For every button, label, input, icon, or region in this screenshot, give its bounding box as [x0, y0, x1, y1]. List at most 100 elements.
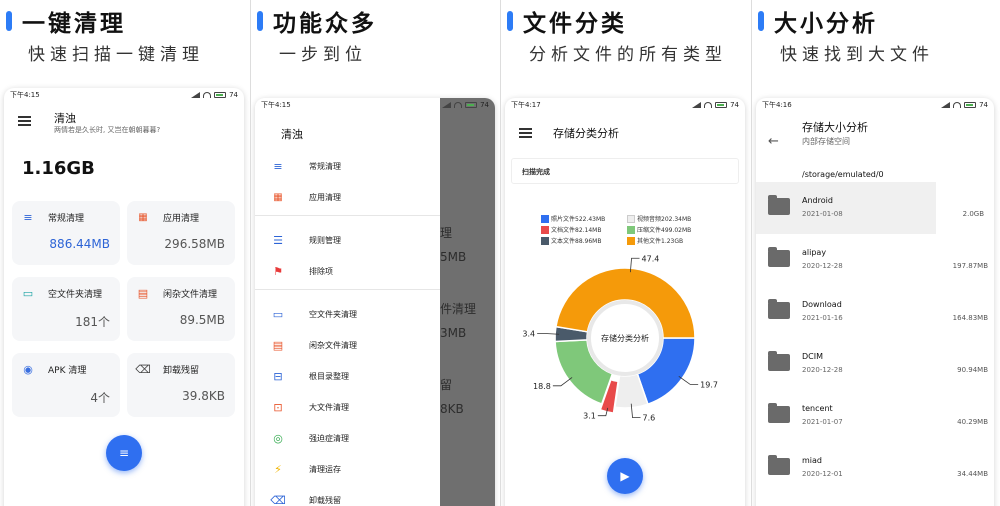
- header-accent-bar: [507, 11, 513, 31]
- flag-icon: ⚑: [273, 264, 283, 278]
- panel-header: 文件分类: [507, 4, 627, 38]
- app-title: 存储大小分析: [802, 121, 868, 134]
- header-accent-bar: [758, 11, 764, 31]
- drawer-item-uninstall-residue[interactable]: ⌫ 卸载残留: [255, 487, 440, 506]
- drawer-item-empty-folder-clean[interactable]: ▭ 空文件夹清理: [255, 301, 440, 327]
- folder-icon: [768, 455, 790, 475]
- legend-item: 文本文件88.96MB: [541, 236, 601, 245]
- legend-swatch: [541, 225, 549, 234]
- card-empty-folder-clean[interactable]: ▭ 空文件夹清理 181个: [12, 277, 120, 341]
- card-misc-file-clean[interactable]: ▤ 闲杂文件清理 89.5MB: [127, 277, 235, 341]
- signal-icon: [442, 102, 452, 108]
- panel-file-classification: 文件分类 分析文件的所有类型 下午4:17 74 存储分类分析 扫描完成 照片文…: [501, 0, 751, 506]
- wifi-icon: [454, 102, 463, 108]
- list-icon: ≡: [23, 210, 33, 224]
- card-label: 应用清理: [163, 214, 200, 224]
- play-fab-button[interactable]: ▶: [607, 458, 643, 494]
- file-size: 90.94MB: [957, 366, 988, 374]
- card-value: 89.5MB: [179, 313, 225, 327]
- battery-level: 74: [979, 101, 988, 109]
- drawer-item-label: 常规清理: [309, 161, 341, 171]
- battery-icon: [465, 102, 478, 108]
- card-value: 4个: [90, 391, 110, 405]
- card-apk-clean[interactable]: ◉ APK 清理 4个: [12, 353, 120, 417]
- app-subtitle: 两情若是久长时, 又岂在朝朝暮暮?: [54, 126, 161, 134]
- app-subtitle: 内部存储空间: [802, 137, 850, 146]
- file-row[interactable]: DCIM 2020-12-28 90.94MB: [756, 338, 994, 390]
- legend-swatch: [627, 236, 635, 245]
- drawer-item-ocd-clean[interactable]: ◎ 强迫症清理: [255, 425, 440, 451]
- drawer-item-exclusions[interactable]: ⚑ 排除项: [255, 258, 440, 284]
- battery-level: 74: [480, 101, 489, 109]
- drawer-item-rule-management[interactable]: ☰ 规则管理: [255, 227, 440, 253]
- drawer-item-large-file-clean[interactable]: ⊡ 大文件清理: [255, 394, 440, 420]
- drawer-item-misc-file-clean[interactable]: ▤ 闲杂文件清理: [255, 332, 440, 358]
- wifi-icon: [953, 102, 962, 108]
- file-date: 2020-12-28: [802, 366, 843, 374]
- legend-label: 视频音频202.34MB: [637, 216, 692, 223]
- drawer-item-root-organize[interactable]: ⊟ 根目录整理: [255, 363, 440, 389]
- card-value: 886.44MB: [49, 237, 110, 251]
- bg-fragment: 理: [440, 226, 453, 240]
- file-row[interactable]: Android 2021-01-08 2.0GB: [756, 182, 984, 234]
- drawer-item-app-clean[interactable]: ▦ 应用清理: [255, 184, 440, 210]
- card-uninstall-residue[interactable]: ⌫ 卸载残留 39.8KB: [127, 353, 235, 417]
- panel-header: 功能众多: [257, 4, 377, 38]
- file-size: 164.83MB: [952, 314, 988, 322]
- menu-icon[interactable]: [18, 116, 31, 126]
- legend-label: 文本文件88.96MB: [551, 238, 602, 245]
- card-app-clean[interactable]: ▦ 应用清理 296.58MB: [127, 201, 235, 265]
- drawer-item-clear-memory[interactable]: ⚡ 清理运存: [255, 456, 440, 482]
- file-date: 2020-12-28: [802, 262, 843, 270]
- panel-size-analysis: 大小分析 快速找到大文件 下午4:16 74 ← 存储大小分析 内部存储空间 /…: [752, 0, 1000, 506]
- clean-fab-button[interactable]: ≡: [106, 435, 142, 471]
- status-bar: 下午4:17 74: [505, 98, 745, 112]
- uninstall-icon: ⌫: [270, 493, 286, 506]
- slice-value-label: 18.8: [533, 382, 551, 391]
- card-regular-clean[interactable]: ≡ 常规清理 886.44MB: [12, 201, 120, 265]
- file-row[interactable]: tencent 2021-01-07 40.29MB: [756, 390, 994, 442]
- panel-subtitle: 分析文件的所有类型: [529, 45, 727, 65]
- status-time: 下午4:16: [762, 101, 792, 109]
- status-bar: 下午4:15 74: [4, 88, 244, 102]
- card-value: 181个: [75, 315, 110, 329]
- file-row[interactable]: alipay 2020-12-28 197.87MB: [756, 234, 994, 286]
- drawer-item-label: 规则管理: [309, 235, 341, 245]
- file-date: 2021-01-16: [802, 314, 843, 322]
- phone-screen: 下午4:16 74 ← 存储大小分析 内部存储空间 /storage/emula…: [756, 98, 994, 506]
- back-arrow-icon[interactable]: ←: [768, 134, 779, 149]
- play-icon: ▶: [620, 469, 630, 483]
- slice-value-label: 19.7: [700, 380, 718, 389]
- dimmed-background[interactable]: 理 5MB 件清理 3MB 留 8KB: [440, 98, 495, 506]
- card-label: 空文件夹清理: [48, 290, 103, 300]
- legend-item: 视频音频202.34MB: [627, 214, 691, 223]
- slice-value-label: 7.6: [643, 414, 656, 423]
- folder-icon: [768, 195, 790, 215]
- drawer-item-label: 卸载残留: [309, 495, 341, 505]
- file-date: 2021-01-07: [802, 418, 843, 426]
- card-value: 296.58MB: [164, 237, 225, 251]
- file-row[interactable]: Download 2021-01-16 164.83MB: [756, 286, 994, 338]
- legend-label: 文档文件82.14MB: [551, 227, 602, 234]
- drawer-item-label: 排除项: [309, 266, 333, 276]
- battery-level: 74: [229, 91, 238, 99]
- card-label: 常规清理: [48, 214, 85, 224]
- drawer-divider: [255, 289, 440, 290]
- card-value: 39.8KB: [182, 389, 225, 403]
- upload-box-icon: ⊡: [273, 400, 283, 414]
- drawer-item-label: 空文件夹清理: [309, 309, 357, 319]
- apps-icon: ▦: [138, 211, 148, 223]
- card-label: 卸载残留: [163, 366, 200, 376]
- drawer-divider: [255, 215, 440, 216]
- wifi-icon: [704, 102, 713, 108]
- panel-header: 一键清理: [6, 4, 126, 38]
- panel-many-features: 功能众多 一步到位 理 5MB 件清理 3MB 留 8KB 下午4:15 清浊 …: [251, 0, 501, 506]
- promo-stage: 一键清理 快速扫描一键清理 下午4:15 74 清浊 两情若是久长时, 又岂在朝…: [0, 0, 1000, 506]
- drawer-item-regular-clean[interactable]: ≡ 常规清理: [255, 153, 440, 179]
- menu-icon[interactable]: [519, 128, 532, 138]
- file-row[interactable]: miad 2020-12-01 34.44MB: [756, 442, 994, 494]
- status-time: 下午4:17: [511, 101, 541, 109]
- file-date: 2020-12-01: [802, 470, 843, 478]
- drawer-title: 清浊: [281, 128, 303, 141]
- drawer-item-label: 闲杂文件清理: [309, 340, 357, 350]
